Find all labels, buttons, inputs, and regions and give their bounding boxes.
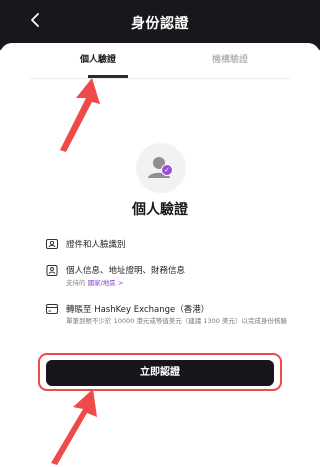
annotation-arrow-icon	[51, 389, 97, 465]
check-badge-icon: ✓	[161, 164, 173, 176]
step-label: 轉賬至 HashKey Exchange（香港）	[66, 305, 210, 315]
tab-institution-verification[interactable]: 機構驗證	[212, 52, 248, 65]
verification-heading: 個人驗證	[132, 202, 188, 218]
id-card-icon	[46, 239, 58, 249]
annotation-arrow-icon	[60, 78, 100, 152]
step-label: 個人信息、地址證明、財務信息	[66, 266, 186, 276]
step-label: 證件和人臉識別	[66, 240, 126, 250]
tab-personal-verification[interactable]: 個人驗證	[80, 52, 116, 65]
supported-regions-note: 支持的 國家/地區 >	[66, 279, 124, 287]
card-icon	[46, 304, 58, 314]
tab-bar: 個人驗證 機構驗證	[30, 52, 290, 79]
step-description: 單筆到賬不少於 10000 港元或等值美元（建議 1300 美元）以完成身份核驗	[66, 317, 287, 325]
page-title: 身份認證	[131, 16, 189, 32]
document-person-icon	[46, 265, 58, 276]
verify-now-button[interactable]: 立即認證	[46, 360, 274, 386]
supported-regions-link[interactable]: 國家/地區 >	[88, 279, 124, 287]
